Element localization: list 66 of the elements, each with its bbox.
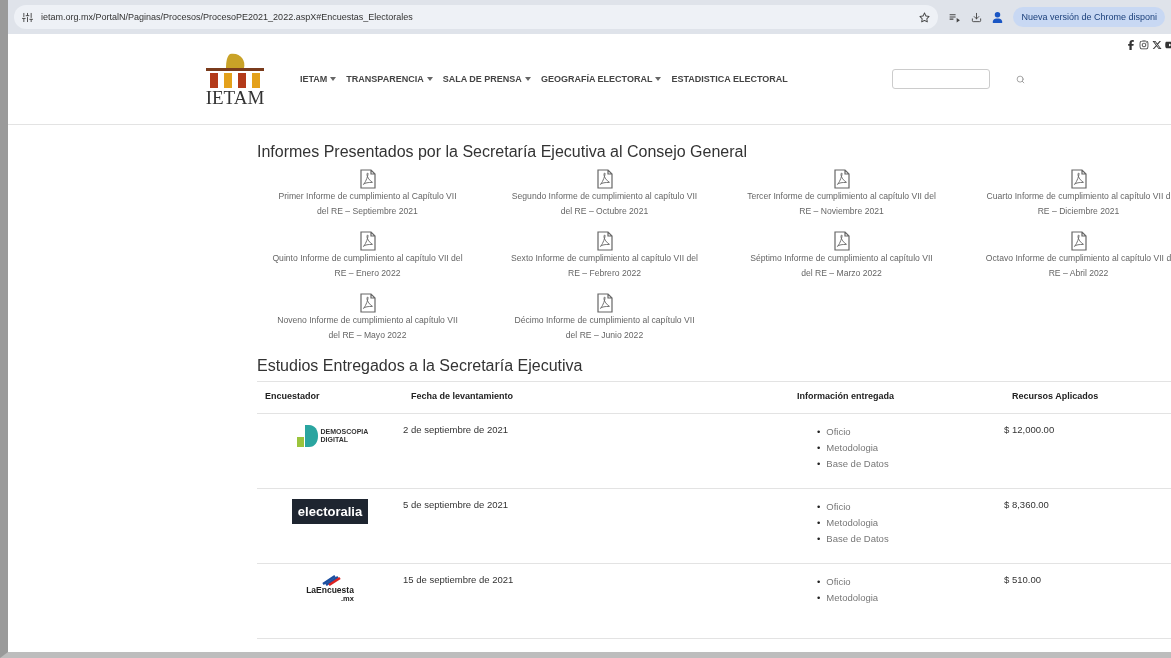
url-text: ietam.org.mx/PortalN/Paginas/Procesos/ProcesoPE2021_2022.aspX#Encuestas_Electorales [41, 12, 413, 22]
pdf-file-icon [596, 293, 613, 313]
bullet-mark: • [817, 516, 821, 530]
bullet-mark: • [817, 441, 821, 455]
pdf-file-icon [1070, 169, 1087, 189]
nav-menu-item[interactable]: TRANSPARENCIA [346, 74, 433, 84]
download-icon[interactable] [971, 11, 983, 23]
document-link[interactable]: Base de Datos [826, 531, 889, 547]
pdf-file-icon [359, 293, 376, 313]
report-link[interactable]: Sexto Informe de cumplimiento al capítulo VII del RE – Febrero 2022 [511, 251, 698, 281]
bullet-mark: • [817, 425, 821, 439]
site-settings-icon[interactable] [22, 11, 33, 23]
amount-cell-text: $ 510.00 [1004, 574, 1042, 587]
document-link[interactable]: Oficio [826, 424, 851, 440]
section-title: Estudios Entregados a la Secretaría Ejecutiva [257, 357, 584, 375]
pdf-file-icon [359, 231, 376, 251]
instagram-icon[interactable] [1139, 40, 1149, 50]
bullet-mark: • [817, 500, 821, 514]
report-link[interactable]: Noveno Informe de cumplimiento al capítulo VII del RE – Mayo 2022 [277, 313, 458, 343]
logo-text: IETAM [205, 87, 265, 107]
nav-menu-item[interactable]: IETAM [300, 74, 337, 84]
profile-icon[interactable] [992, 11, 1004, 23]
date-cell-text: 2 de septiembre de 2021 [403, 424, 510, 437]
pdf-file-icon [833, 231, 850, 251]
update-notice[interactable]: Nueva versión de Chrome disponi [1013, 7, 1165, 27]
pdf-file-icon [1070, 231, 1087, 251]
report-link[interactable]: Segundo Informe de cumplimiento al capítulo VII del RE – Octubre 2021 [511, 189, 698, 219]
bullet-mark: • [817, 591, 821, 605]
bookmark-star-icon[interactable] [919, 11, 931, 23]
report-link[interactable]: Octavo Informe de cumplimiento al capítulo VII d RE – Abril 2022 [985, 251, 1171, 281]
report-link[interactable]: Décimo Informe de cumplimiento al capítulo VII del RE – Junio 2022 [514, 313, 695, 343]
nav-menu-item[interactable]: GEOGRAFÍA ELECTORAL [540, 74, 662, 84]
bullet-mark: • [817, 457, 821, 471]
address-bar[interactable]: ietam.org.mx/PortalN/Paginas/Procesos/ProcesoPE2021_2022.aspX#Encuestas_Electorales [14, 5, 939, 29]
document-link[interactable]: Oficio [826, 499, 851, 515]
document-link[interactable]: Metodologia [826, 515, 879, 531]
amount-cell-text: $ 8,360.00 [1004, 499, 1050, 512]
date-cell-text: 15 de septiembre de 2021 [403, 574, 515, 587]
pdf-file-icon [359, 169, 376, 189]
pdf-file-icon [596, 231, 613, 251]
pdf-file-icon [596, 169, 613, 189]
nav-menu-item[interactable]: SALA DE PRENSA [442, 74, 531, 84]
report-link[interactable]: Primer Informe de cumplimiento al Capítulo VII del RE – Septiembre 2021 [278, 189, 457, 219]
document-link[interactable]: Oficio [826, 574, 851, 590]
column-header: Información entregada [796, 391, 896, 403]
amount-cell-text: $ 12,000.00 [1004, 424, 1056, 437]
facebook-icon[interactable] [1126, 40, 1136, 50]
section-title: Informes Presentados por la Secretaría Ejecutiva al Consejo General [257, 143, 749, 161]
pollster-logo: electoralia [291, 499, 369, 524]
nav-menu-item[interactable]: ESTADISTICA ELECTORAL [671, 74, 788, 84]
report-link[interactable]: Séptimo Informe de cumplimiento al capítulo VII del RE – Marzo 2022 [750, 251, 933, 281]
document-link[interactable]: Base de Datos [826, 456, 889, 472]
bullet-mark: • [817, 532, 821, 546]
report-link[interactable]: Tercer Informe de cumplimiento al capítulo VII del RE – Noviembre 2021 [747, 189, 936, 219]
document-link[interactable]: Metodologia [826, 590, 879, 606]
report-link[interactable]: Quinto Informe de cumplimiento al capítulo VII del RE – Enero 2022 [272, 251, 463, 281]
search-field[interactable] [891, 69, 990, 89]
bullet-mark: • [817, 575, 821, 589]
report-link[interactable]: Cuarto Informe de cumplimiento al capítulo VII d RE – Diciembre 2021 [986, 189, 1171, 219]
document-link[interactable]: Metodologia [826, 440, 879, 456]
pdf-file-icon [833, 169, 850, 189]
column-header: Fecha de levantamiento [410, 391, 515, 403]
x-icon[interactable] [1152, 40, 1162, 50]
column-header: Encuestador [264, 391, 321, 403]
date-cell-text: 5 de septiembre de 2021 [403, 499, 510, 512]
column-header: Recursos Aplicados [1011, 391, 1100, 403]
